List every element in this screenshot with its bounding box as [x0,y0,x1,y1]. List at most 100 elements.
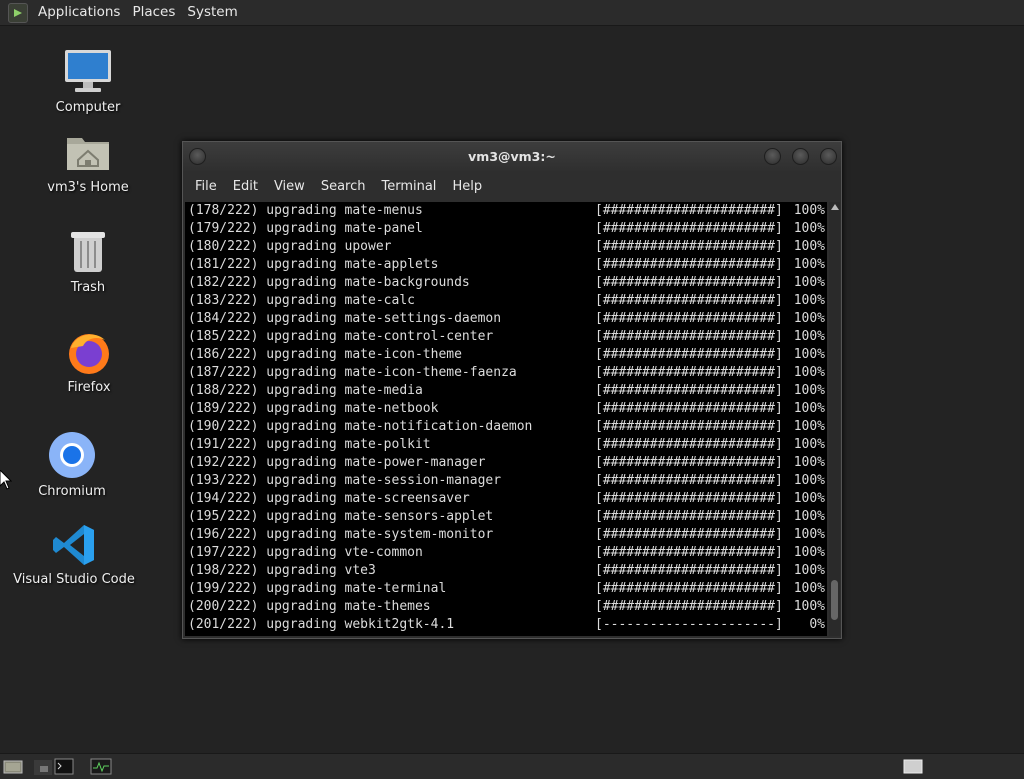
system-menu[interactable]: System [181,0,243,25]
package-text: (195/222) upgrading mate-sensors-applet [188,509,494,524]
menu-edit[interactable]: Edit [225,179,266,194]
progress-percent: 100% [793,509,825,524]
desktop-icon-vscode[interactable]: Visual Studio Code [13,516,135,587]
progress-percent: 0% [809,617,825,632]
terminal-line: (189/222) upgrading mate-netbook [#######… [185,400,827,418]
terminal-line: (198/222) upgrading vte3 [###############… [185,562,827,580]
package-text: (192/222) upgrading mate-power-manager [188,455,486,470]
progress-bar-text: [######################] [595,347,783,362]
progress-bar-text: [######################] [595,329,783,344]
terminal-line: (182/222) upgrading mate-backgrounds [###… [185,274,827,292]
terminal-line: (188/222) upgrading mate-media [#########… [185,382,827,400]
menu-search[interactable]: Search [313,179,374,194]
system-monitor-icon[interactable] [90,758,112,775]
package-text: (194/222) upgrading mate-screensaver [188,491,470,506]
terminal-output[interactable]: (178/222) upgrading mate-menus [#########… [185,202,827,636]
package-text: (183/222) upgrading mate-calc [188,293,415,308]
progress-bar-text: [######################] [595,491,783,506]
desktop-icon-home[interactable]: vm3's Home [28,124,148,195]
progress-percent: 100% [793,275,825,290]
terminal-line: (199/222) upgrading mate-terminal [######… [185,580,827,598]
terminal-menubar: File Edit View Search Terminal Help [183,171,841,201]
terminal-line: (194/222) upgrading mate-screensaver [###… [185,490,827,508]
terminal-scrollbar[interactable] [829,202,840,636]
workspace-switcher-icon[interactable] [903,758,923,775]
terminal-launcher-icon[interactable] [54,758,74,775]
desktop-icon-computer[interactable]: Computer [28,44,148,115]
maximize-button[interactable] [792,148,809,165]
package-text: (197/222) upgrading vte-common [188,545,423,560]
terminal-line: (184/222) upgrading mate-settings-daemon… [185,310,827,328]
progress-bar-text: [######################] [595,473,783,488]
applications-menu[interactable]: Applications [32,0,126,25]
progress-bar-text: [######################] [595,275,783,290]
desktop-icon-chromium[interactable]: Chromium [12,428,132,499]
progress-percent: 100% [793,437,825,452]
progress-bar-text: [######################] [595,311,783,326]
mouse-cursor-icon [0,469,13,494]
progress-bar-text: [----------------------] [595,617,783,632]
menu-file[interactable]: File [187,179,225,194]
menu-terminal[interactable]: Terminal [373,179,444,194]
progress-bar-text: [######################] [595,221,783,236]
progress-bar-text: [######################] [595,509,783,524]
menu-view[interactable]: View [266,179,313,194]
menu-logo-icon[interactable] [8,2,28,23]
terminal-line: (180/222) upgrading upower [#############… [185,238,827,256]
top-panel: Applications Places System [0,0,1024,26]
package-text: (191/222) upgrading mate-polkit [188,437,431,452]
window-menu-button[interactable] [189,148,206,165]
workspace-icon[interactable] [34,758,52,775]
progress-percent: 100% [793,383,825,398]
package-text: (200/222) upgrading mate-themes [188,599,431,614]
desktop-icon-label: vm3's Home [47,180,129,195]
progress-percent: 100% [793,203,825,218]
vscode-icon [51,516,97,568]
desktop-icon-label: Firefox [67,380,111,395]
package-text: (187/222) upgrading mate-icon-theme-faen… [188,365,517,380]
close-button[interactable] [820,148,837,165]
package-text: (188/222) upgrading mate-media [188,383,423,398]
places-menu[interactable]: Places [126,0,181,25]
home-folder-icon [64,124,112,176]
computer-icon [63,44,113,96]
progress-bar-text: [######################] [595,365,783,380]
progress-percent: 100% [793,491,825,506]
progress-percent: 100% [793,545,825,560]
terminal-titlebar[interactable]: vm3@vm3:~ [183,142,841,171]
firefox-icon [65,324,113,376]
terminal-line: (200/222) upgrading mate-themes [########… [185,598,827,616]
package-text: (201/222) upgrading webkit2gtk-4.1 [188,617,455,632]
progress-bar-text: [######################] [595,455,783,470]
progress-percent: 100% [793,473,825,488]
desktop-icon-trash[interactable]: Trash [28,224,148,295]
scroll-up-arrow-icon[interactable] [831,204,839,210]
terminal-window[interactable]: vm3@vm3:~ File Edit View Search Terminal… [182,141,842,639]
progress-percent: 100% [793,455,825,470]
package-text: (185/222) upgrading mate-control-center [188,329,494,344]
terminal-line: (183/222) upgrading mate-calc [##########… [185,292,827,310]
progress-percent: 100% [793,311,825,326]
desktop-icon-label: Visual Studio Code [13,572,135,587]
show-desktop-icon[interactable] [3,758,23,775]
trash-icon [68,224,108,276]
progress-bar-text: [######################] [595,563,783,578]
progress-bar-text: [######################] [595,293,783,308]
progress-percent: 100% [793,329,825,344]
terminal-line: (187/222) upgrading mate-icon-theme-faen… [185,364,827,382]
desktop-icon-firefox[interactable]: Firefox [29,324,149,395]
scroll-thumb[interactable] [831,580,838,620]
package-text: (190/222) upgrading mate-notification-da… [188,419,533,434]
menu-help[interactable]: Help [444,179,490,194]
desktop-icon-label: Trash [70,280,106,295]
terminal-line: (181/222) upgrading mate-applets [#######… [185,256,827,274]
package-text: (179/222) upgrading mate-panel [188,221,423,236]
terminal-line: (201/222) upgrading webkit2gtk-4.1 [-----… [185,616,827,634]
package-text: (189/222) upgrading mate-netbook [188,401,439,416]
package-text: (184/222) upgrading mate-settings-daemon [188,311,502,326]
progress-bar-text: [######################] [595,239,783,254]
terminal-line: (196/222) upgrading mate-system-monitor [… [185,526,827,544]
terminal-line: (190/222) upgrading mate-notification-da… [185,418,827,436]
minimize-button[interactable] [764,148,781,165]
package-text: (180/222) upgrading upower [188,239,392,254]
